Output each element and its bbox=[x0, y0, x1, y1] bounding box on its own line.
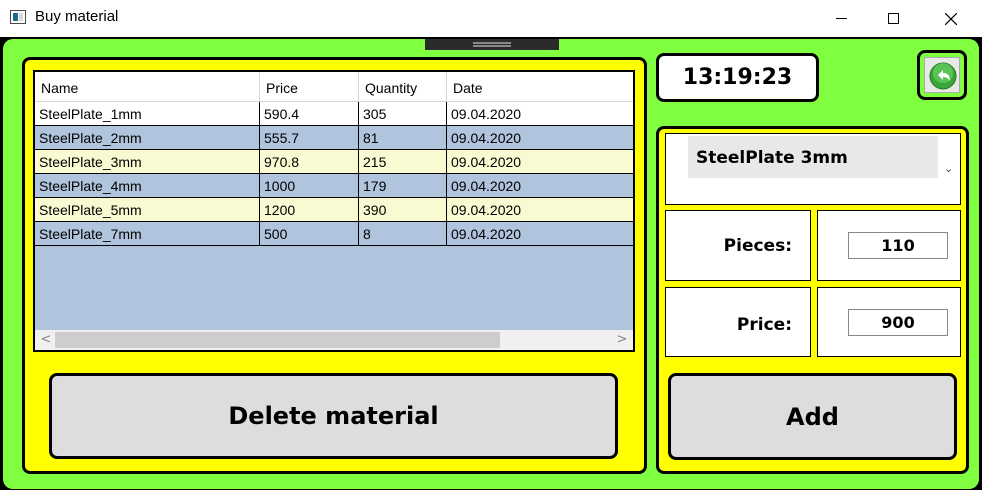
cell-date[interactable]: 09.04.2020 bbox=[447, 150, 633, 174]
maximize-button[interactable] bbox=[870, 0, 916, 37]
cell-name[interactable]: SteelPlate_4mm bbox=[35, 174, 260, 198]
scrollbar-thumb[interactable] bbox=[55, 332, 500, 348]
cell-price[interactable]: 970.8 bbox=[260, 150, 359, 174]
cell-name[interactable]: SteelPlate_1mm bbox=[35, 102, 260, 126]
window-title: Buy material bbox=[35, 8, 119, 25]
materials-grid[interactable]: Name Price Quantity Date SteelPlate_1mm 5… bbox=[33, 70, 635, 352]
table-row[interactable]: SteelPlate_7mm 500 8 09.04.2020 bbox=[35, 222, 633, 246]
cell-name[interactable]: SteelPlate_2mm bbox=[35, 126, 260, 150]
back-button[interactable] bbox=[917, 50, 967, 100]
cell-quantity[interactable]: 179 bbox=[359, 174, 447, 198]
column-header-price[interactable]: Price bbox=[260, 72, 359, 102]
column-header-name[interactable]: Name bbox=[35, 72, 260, 102]
pieces-value-box: 110 bbox=[817, 210, 961, 281]
price-input[interactable]: 900 bbox=[848, 309, 948, 336]
price-label-box: Price: bbox=[665, 287, 811, 357]
column-header-quantity[interactable]: Quantity bbox=[359, 72, 447, 102]
pieces-label: Pieces: bbox=[723, 236, 792, 256]
cell-price[interactable]: 1000 bbox=[260, 174, 359, 198]
material-select-field[interactable]: SteelPlate 3mm ⌄ bbox=[688, 136, 953, 178]
scroll-right-icon[interactable]: > bbox=[613, 330, 631, 350]
close-button[interactable] bbox=[928, 0, 974, 37]
horizontal-scrollbar[interactable]: < > bbox=[35, 330, 633, 350]
window: Buy material Name Price Quantity Date St… bbox=[0, 0, 982, 490]
cell-price[interactable]: 500 bbox=[260, 222, 359, 246]
table-row[interactable]: SteelPlate_2mm 555.7 81 09.04.2020 bbox=[35, 126, 633, 150]
cell-quantity[interactable]: 305 bbox=[359, 102, 447, 126]
cell-name[interactable]: SteelPlate_5mm bbox=[35, 198, 260, 222]
title-bar: Buy material bbox=[0, 0, 982, 37]
cell-quantity[interactable]: 215 bbox=[359, 150, 447, 174]
cell-quantity[interactable]: 8 bbox=[359, 222, 447, 246]
cell-date[interactable]: 09.04.2020 bbox=[447, 126, 633, 150]
material-select[interactable]: SteelPlate 3mm ⌄ bbox=[665, 133, 961, 205]
cell-name[interactable]: SteelPlate_7mm bbox=[35, 222, 260, 246]
clock-display: 13:19:23 bbox=[656, 53, 819, 102]
app-icon bbox=[10, 10, 26, 24]
table-row[interactable]: SteelPlate_3mm 970.8 215 09.04.2020 bbox=[35, 150, 633, 174]
price-value-box: 900 bbox=[817, 287, 961, 357]
table-row[interactable]: SteelPlate_5mm 1200 390 09.04.2020 bbox=[35, 198, 633, 222]
cell-date[interactable]: 09.04.2020 bbox=[447, 198, 633, 222]
cell-price[interactable]: 1200 bbox=[260, 198, 359, 222]
grip-line bbox=[473, 45, 511, 47]
scroll-left-icon[interactable]: < bbox=[37, 330, 55, 350]
maximize-icon bbox=[887, 13, 899, 24]
back-button-face bbox=[924, 57, 960, 93]
material-select-value: SteelPlate 3mm bbox=[696, 148, 848, 168]
drag-handle[interactable] bbox=[425, 39, 559, 50]
add-button[interactable]: Add bbox=[668, 373, 957, 460]
pieces-label-box: Pieces: bbox=[665, 210, 811, 281]
minimize-button[interactable] bbox=[818, 0, 864, 37]
cell-price[interactable]: 555.7 bbox=[260, 126, 359, 150]
back-arrow-icon bbox=[929, 62, 957, 90]
table-row[interactable]: SteelPlate_4mm 1000 179 09.04.2020 bbox=[35, 174, 633, 198]
cell-price[interactable]: 590.4 bbox=[260, 102, 359, 126]
cell-quantity[interactable]: 390 bbox=[359, 198, 447, 222]
cell-date[interactable]: 09.04.2020 bbox=[447, 102, 633, 126]
cell-name[interactable]: SteelPlate_3mm bbox=[35, 150, 260, 174]
minimize-icon bbox=[835, 18, 847, 19]
grip-line bbox=[473, 42, 511, 44]
pieces-input[interactable]: 110 bbox=[848, 232, 948, 259]
close-icon bbox=[945, 12, 957, 25]
grid-header: Name Price Quantity Date bbox=[35, 72, 633, 102]
cell-date[interactable]: 09.04.2020 bbox=[447, 174, 633, 198]
price-label: Price: bbox=[736, 315, 792, 335]
chevron-down-icon[interactable]: ⌄ bbox=[944, 162, 953, 175]
delete-material-button[interactable]: Delete material bbox=[49, 373, 618, 459]
table-row[interactable]: SteelPlate_1mm 590.4 305 09.04.2020 bbox=[35, 102, 633, 126]
cell-date[interactable]: 09.04.2020 bbox=[447, 222, 633, 246]
column-header-date[interactable]: Date bbox=[447, 72, 633, 102]
cell-quantity[interactable]: 81 bbox=[359, 126, 447, 150]
